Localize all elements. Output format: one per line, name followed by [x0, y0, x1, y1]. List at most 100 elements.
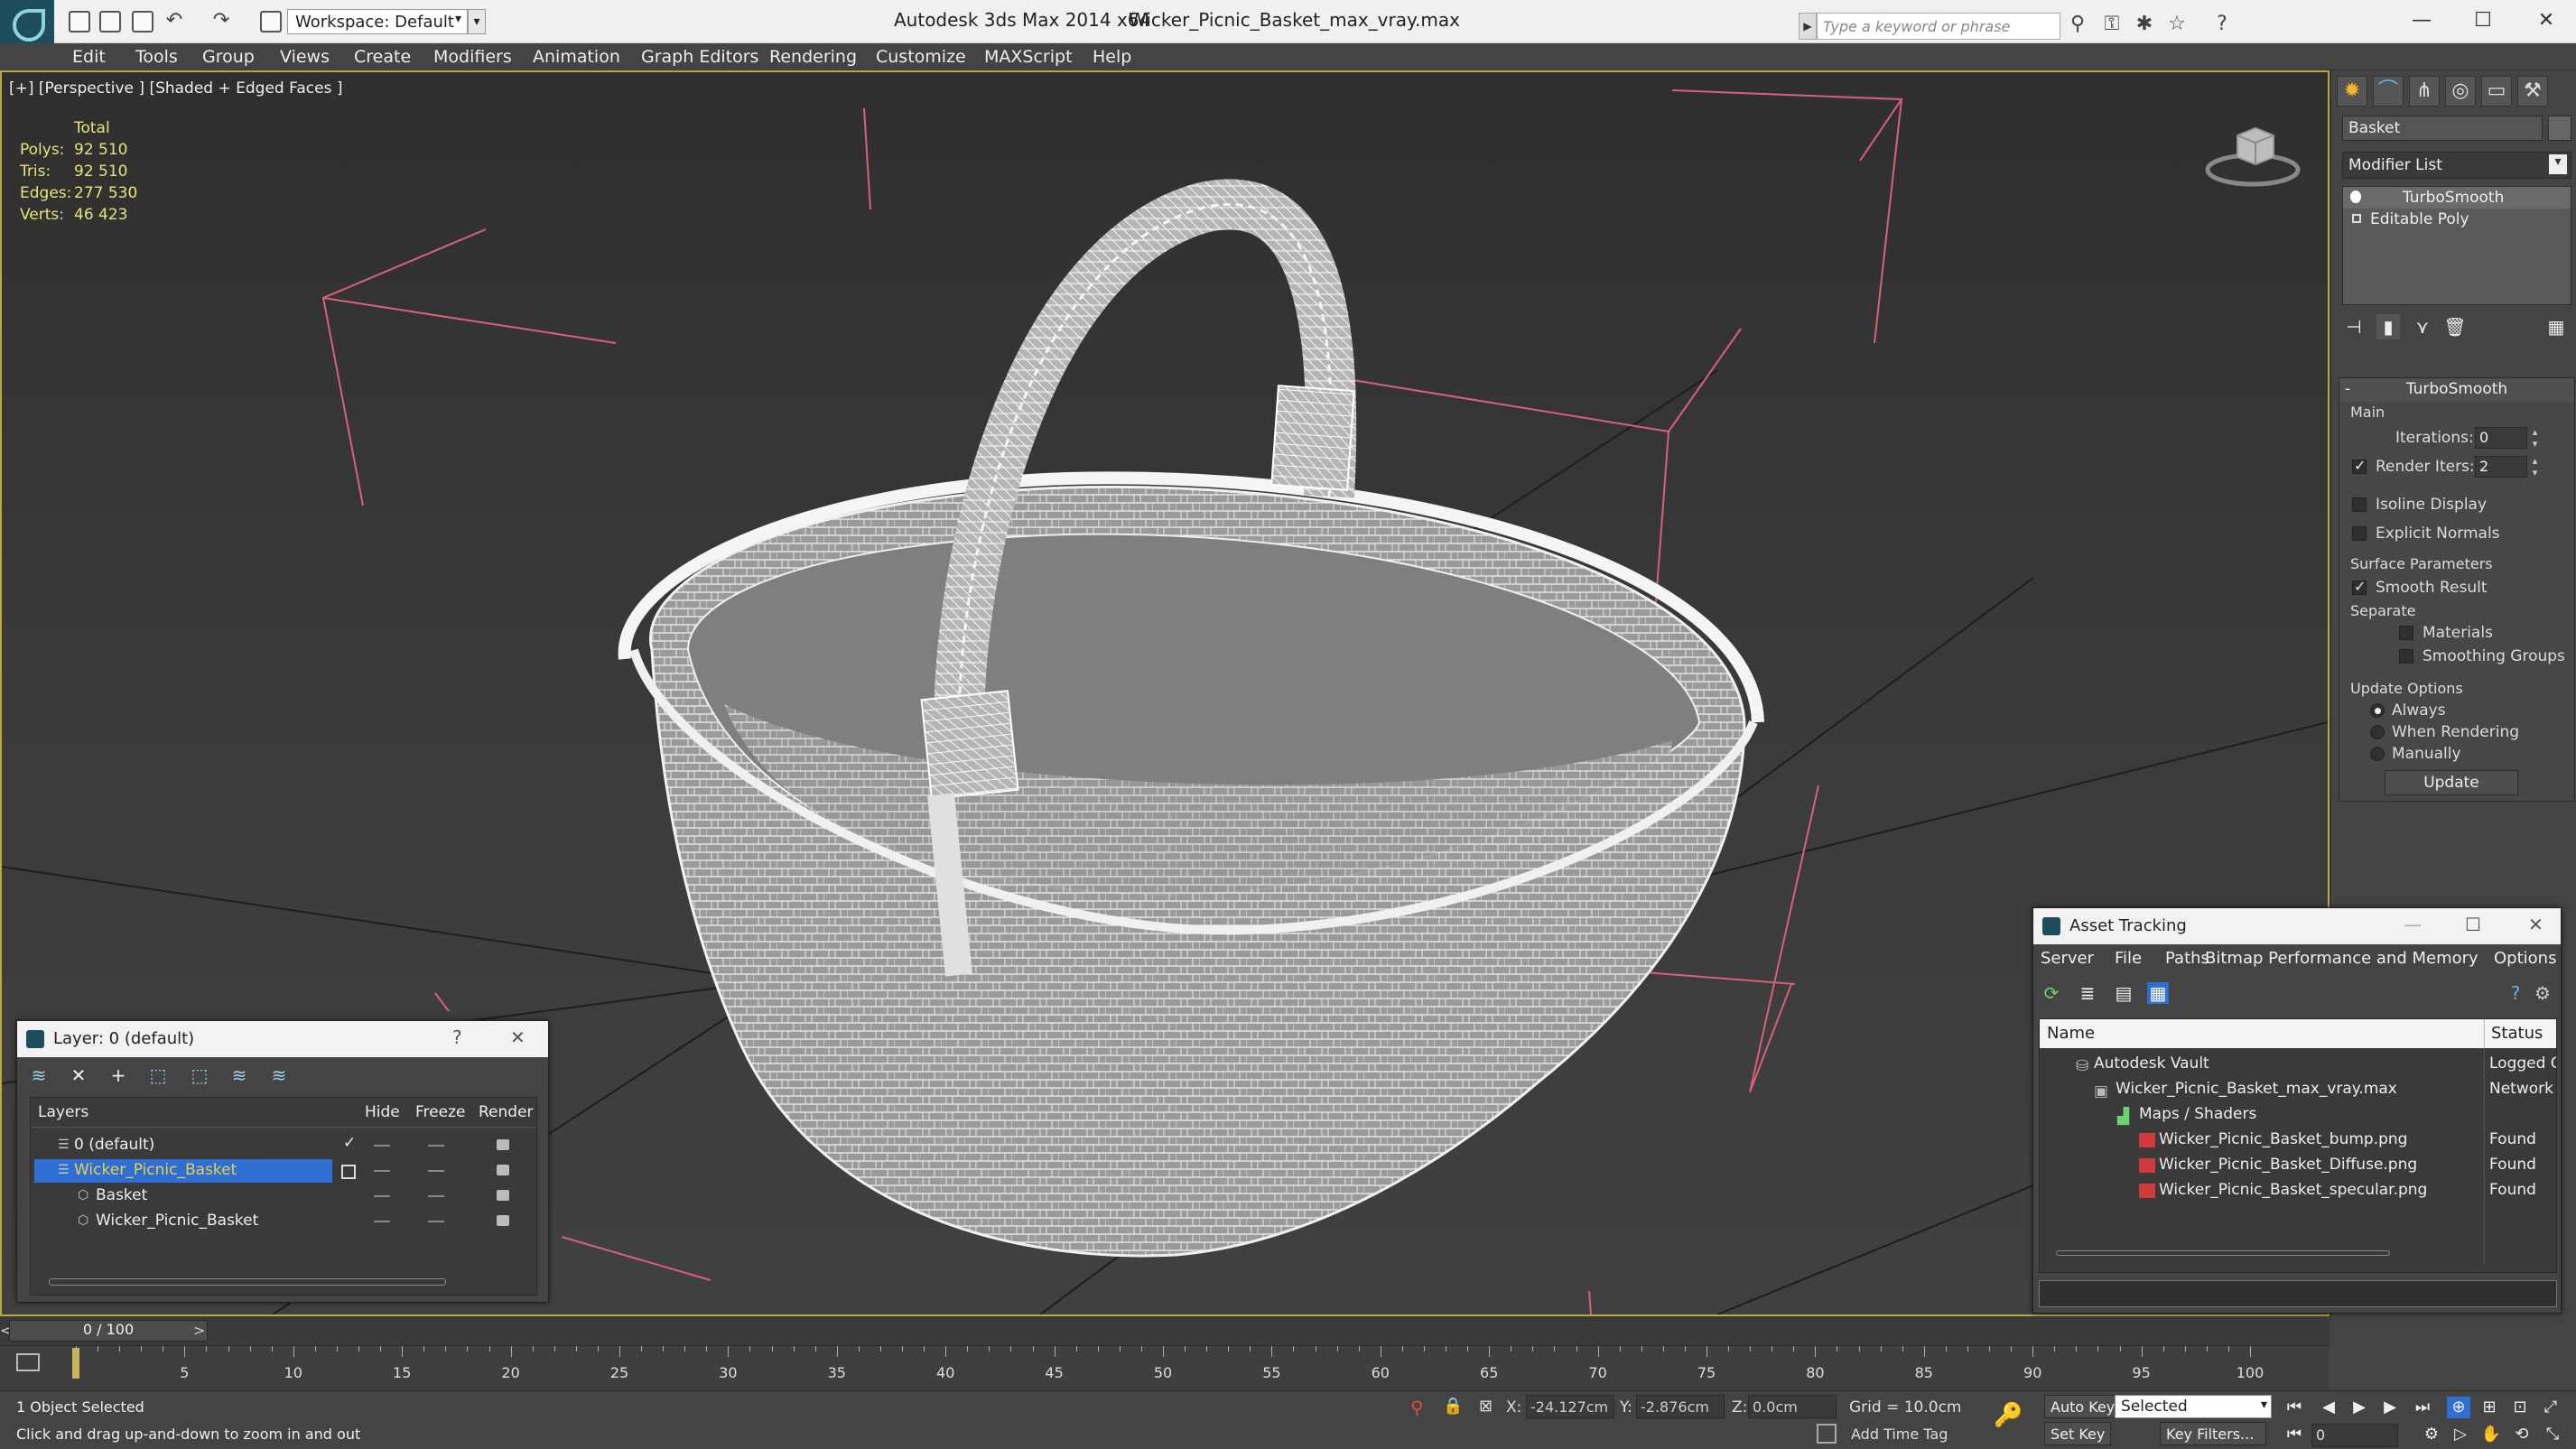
configure-modifier-sets-icon[interactable]: ▦ — [2544, 314, 2568, 339]
render-toggle-icon[interactable] — [497, 1215, 509, 1226]
close-icon[interactable]: ✕ — [2519, 5, 2573, 36]
zoom-all-icon[interactable]: ⊞ — [2478, 1397, 2501, 1418]
render-toggle-icon[interactable] — [497, 1139, 509, 1150]
layer-row[interactable]: ⬡ Basket — [31, 1184, 536, 1210]
render-column-header[interactable]: Render — [479, 1103, 534, 1121]
lightbulb-icon[interactable] — [2350, 190, 2361, 203]
time-tag-icon[interactable] — [1817, 1424, 1837, 1444]
delete-layer-icon[interactable]: ✕ — [68, 1064, 89, 1086]
object-color-swatch[interactable] — [2548, 116, 2571, 141]
remove-modifier-icon[interactable]: 🗑 — [2443, 314, 2467, 339]
redo-icon[interactable]: ↷ — [209, 9, 233, 33]
current-layer-check-icon[interactable]: ✓ — [343, 1134, 356, 1152]
when-rendering-radio[interactable] — [2370, 725, 2385, 739]
slider-next-icon[interactable]: > — [193, 1322, 205, 1339]
open-file-icon[interactable] — [99, 11, 121, 33]
update-button[interactable]: Update — [2385, 770, 2518, 795]
go-to-end-icon[interactable]: ⏭ — [2411, 1397, 2434, 1418]
motion-tab-icon[interactable]: ◎ — [2445, 76, 2476, 107]
hide-toggle[interactable] — [374, 1145, 390, 1147]
utilities-tab-icon[interactable]: ⚒ — [2517, 76, 2548, 107]
rollout-header[interactable]: - TurboSmooth — [2339, 378, 2574, 402]
always-radio[interactable] — [2370, 703, 2385, 718]
asset-menu-bitmap-performance[interactable]: Bitmap Performance and Memory — [2205, 949, 2478, 968]
zoom-icon[interactable]: ⊕ — [2447, 1397, 2470, 1418]
asset-close-icon[interactable]: ✕ — [2528, 914, 2543, 935]
asset-help-icon[interactable]: ? — [2505, 982, 2526, 1004]
horizontal-scrollbar[interactable] — [49, 1278, 446, 1286]
y-coord-field[interactable]: -2.876cm — [1636, 1395, 1725, 1418]
asset-row[interactable]: ▣ Wicker_Picnic_Basket_max_vray.max Netw… — [2040, 1077, 2556, 1102]
time-config-icon[interactable]: ⚙ — [2420, 1424, 2443, 1445]
isoline-display-checkbox[interactable] — [2352, 497, 2367, 512]
hide-toggle[interactable] — [374, 1170, 390, 1172]
asset-horizontal-scrollbar[interactable] — [2056, 1250, 2390, 1256]
layer-row[interactable]: ⬡ Wicker_Picnic_Basket — [31, 1210, 536, 1235]
asset-row[interactable]: Wicker_Picnic_Basket_specular.png Found — [2040, 1178, 2556, 1203]
asset-settings-icon[interactable]: ⚙ — [2532, 982, 2553, 1004]
hide-toggle[interactable] — [374, 1221, 390, 1222]
menu-edit[interactable]: Edit — [72, 47, 106, 67]
stack-item-turbosmooth[interactable]: TurboSmooth — [2343, 187, 2571, 209]
create-layer-icon[interactable]: ≋ — [28, 1064, 50, 1086]
status-column-header[interactable]: Status — [2491, 1024, 2543, 1043]
freeze-toggle[interactable] — [428, 1221, 444, 1222]
search-input[interactable]: Type a keyword or phrase — [1817, 13, 2060, 40]
z-coord-field[interactable]: 0.0cm — [1748, 1395, 1837, 1418]
x-coord-field[interactable]: -24.127cm — [1526, 1395, 1614, 1418]
selection-lock-icon[interactable]: 🔒 — [1443, 1397, 1463, 1416]
menu-graph-editors[interactable]: Graph Editors — [641, 47, 758, 67]
pin-stack-icon[interactable]: ⊣ — [2342, 314, 2366, 339]
list-view-icon[interactable]: ≣ — [2077, 982, 2098, 1004]
make-unique-icon[interactable]: ⋎ — [2411, 314, 2434, 339]
smooth-result-checkbox[interactable] — [2352, 578, 2367, 595]
go-to-start-icon[interactable]: ⏮ — [2283, 1397, 2306, 1418]
asset-menu-file[interactable]: File — [2115, 949, 2142, 968]
curve-editor-icon[interactable] — [16, 1353, 40, 1371]
communication-center-icon[interactable]: ✱ — [2133, 13, 2156, 36]
set-key-button[interactable]: Set Key — [2044, 1422, 2112, 1445]
new-file-icon[interactable] — [69, 11, 90, 33]
stack-item-editable-poly[interactable]: Editable Poly — [2343, 209, 2571, 230]
explicit-normals-checkbox[interactable] — [2352, 526, 2367, 541]
asset-row[interactable]: Wicker_Picnic_Basket_bump.png Found — [2040, 1128, 2556, 1153]
orbit-icon[interactable]: ⟲ — [2510, 1424, 2534, 1445]
key-filters-button[interactable]: Key Filters... — [2160, 1422, 2266, 1445]
layer-row[interactable]: ☰ Wicker_Picnic_Basket — [31, 1159, 536, 1184]
hide-column-header[interactable]: Hide — [365, 1103, 400, 1121]
asset-menu-options[interactable]: Options — [2494, 949, 2556, 968]
layers-column-header[interactable]: Layers — [38, 1103, 88, 1121]
minimize-icon[interactable]: — — [2395, 5, 2449, 36]
absolute-mode-icon[interactable]: ⊠ — [1479, 1397, 1493, 1416]
workspace-dropdown[interactable]: Workspace: Default — [287, 9, 468, 34]
add-time-tag[interactable]: Add Time Tag — [1851, 1426, 1948, 1443]
maximize-icon[interactable]: ☐ — [2456, 5, 2510, 36]
time-slider[interactable]: < 0 / 100 > — [0, 1316, 2330, 1345]
set-current-box[interactable] — [341, 1165, 356, 1179]
isolate-selection-icon[interactable]: ⚲ — [1410, 1397, 1424, 1418]
quick-access-menu-icon[interactable]: ▾ — [468, 9, 486, 34]
menu-animation[interactable]: Animation — [533, 47, 620, 67]
render-iters-spinner[interactable]: 2 — [2475, 455, 2541, 478]
asset-row[interactable]: ⛁ Autodesk Vault Logged O — [2040, 1052, 2556, 1077]
render-iters-checkbox[interactable] — [2352, 457, 2367, 474]
asset-minimize-icon[interactable]: — — [2404, 914, 2422, 935]
trackbar[interactable]: 5 10 15 20 25 30 35 40 45 50 55 60 65 70 75 80 85 90 95 100 — [0, 1345, 2330, 1390]
previous-frame-icon[interactable]: ◀ — [2317, 1397, 2340, 1418]
layer-help-icon[interactable]: ? — [452, 1026, 462, 1048]
pan-view-icon[interactable]: ✋ — [2479, 1424, 2503, 1445]
key-filter-selected-dropdown[interactable]: Selected — [2115, 1395, 2272, 1418]
menu-rendering[interactable]: Rendering — [769, 47, 857, 67]
save-file-icon[interactable] — [132, 11, 153, 33]
asset-menu-server[interactable]: Server — [2041, 949, 2094, 968]
menu-help[interactable]: Help — [1093, 47, 1131, 67]
freeze-all-layers-icon[interactable]: ≋ — [268, 1064, 290, 1086]
menu-group[interactable]: Group — [202, 47, 255, 67]
field-of-view-icon[interactable]: ▷ — [2449, 1424, 2472, 1445]
object-name-field[interactable]: Basket — [2342, 116, 2543, 141]
table-view-icon[interactable]: ▦ — [2147, 982, 2169, 1004]
maximize-viewport-icon[interactable]: ⤢ — [2539, 1397, 2562, 1418]
asset-maximize-icon[interactable]: ☐ — [2465, 914, 2481, 935]
asset-row[interactable]: ▟ Maps / Shaders — [2040, 1102, 2556, 1128]
menu-modifiers[interactable]: Modifiers — [433, 47, 512, 67]
